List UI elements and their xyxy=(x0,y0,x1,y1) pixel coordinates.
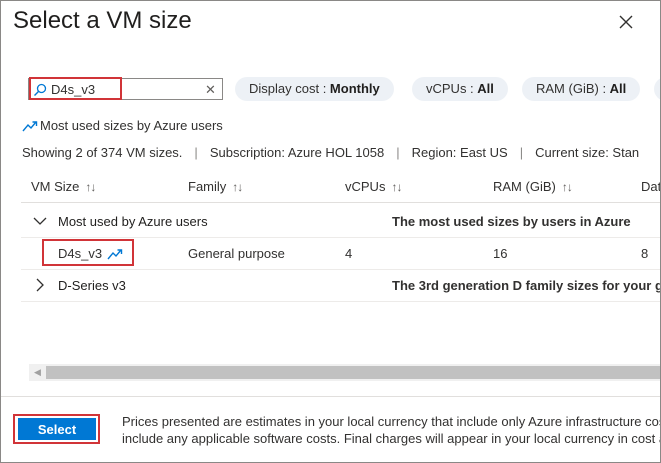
filter-label: RAM (GiB) : xyxy=(536,81,610,96)
filter-value: All xyxy=(609,81,627,96)
family-cell: General purpose xyxy=(188,246,285,261)
vcpus-cell: 4 xyxy=(345,246,353,261)
filter-value: All xyxy=(477,81,494,96)
group-row-d-series[interactable]: D-Series v3 The 3rd generation D family … xyxy=(21,270,661,302)
trending-icon xyxy=(107,249,123,260)
col-label: vCPUs xyxy=(345,179,386,194)
most-used-link[interactable]: Most used sizes by Azure users xyxy=(22,118,223,133)
footer-divider xyxy=(1,396,660,397)
scroll-thumb[interactable] xyxy=(46,366,660,379)
pricing-note: Prices presented are estimates in your l… xyxy=(122,413,661,447)
sort-icon: ↑↓ xyxy=(232,180,243,194)
col-label: VM Size xyxy=(31,179,80,194)
ram-cell: 16 xyxy=(493,246,508,261)
group-description: The 3rd generation D family sizes for yo… xyxy=(392,278,661,293)
vm-size-name: D4s_v3 xyxy=(58,246,103,261)
col-label: Dat xyxy=(641,179,661,194)
group-label: Most used by Azure users xyxy=(58,214,208,229)
vm-size-cell[interactable]: D4s_v3 xyxy=(58,246,123,261)
most-used-label: Most used sizes by Azure users xyxy=(40,118,223,133)
group-description: The most used sizes by users in Azure xyxy=(392,214,631,229)
sort-icon: ↑↓ xyxy=(391,180,402,194)
scroll-left-icon[interactable]: ◀ xyxy=(29,364,46,381)
table-row[interactable]: D4s_v3 General purpose 4 16 8 xyxy=(21,238,660,270)
sort-icon: ↑↓ xyxy=(561,180,573,194)
region-info: Region: East US xyxy=(411,145,508,160)
col-ram[interactable]: RAM (GiB) ↑↓ xyxy=(493,179,573,194)
select-button[interactable]: Select xyxy=(18,418,96,440)
separator: | xyxy=(519,145,524,160)
dialog-title: Select a VM size xyxy=(13,7,192,34)
col-family[interactable]: Family ↑↓ xyxy=(188,179,243,194)
search-box[interactable]: ✕ xyxy=(28,78,223,100)
pricing-note-line: include any applicable software costs. F… xyxy=(122,431,661,446)
search-icon xyxy=(34,83,47,96)
chevron-right-icon[interactable] xyxy=(33,278,47,292)
filter-more[interactable] xyxy=(654,77,660,101)
separator: | xyxy=(194,145,198,160)
col-vm-size[interactable]: VM Size ↑↓ xyxy=(31,179,96,194)
subscription-info: Subscription: Azure HOL 1058 xyxy=(209,145,385,160)
filter-ram[interactable]: RAM (GiB) : All xyxy=(522,77,641,101)
search-input[interactable] xyxy=(51,80,201,98)
data-disks-cell: 8 xyxy=(641,246,649,261)
group-row-most-used[interactable]: Most used by Azure users The most used s… xyxy=(21,206,660,238)
filter-label: vCPUs : xyxy=(426,81,478,96)
col-data-disks[interactable]: Dat xyxy=(641,179,661,194)
table-header: VM Size ↑↓ Family ↑↓ vCPUs ↑↓ RAM (GiB) ↑↓ D… xyxy=(21,171,661,203)
col-vcpus[interactable]: vCPUs ↑↓ xyxy=(345,179,402,194)
filter-display-cost[interactable]: Display cost : Monthly xyxy=(235,77,394,101)
sort-icon: ↑↓ xyxy=(85,180,96,194)
filter-vcpus[interactable]: vCPUs : All xyxy=(412,77,508,101)
col-label: RAM (GiB) xyxy=(493,179,556,194)
filter-label: Display cost : xyxy=(249,81,330,96)
vm-size-dialog: Select a VM size ✕ Display cost : Monthl… xyxy=(0,0,661,463)
pricing-note-line: Prices presented are estimates in your l… xyxy=(122,414,661,429)
horizontal-scrollbar[interactable]: ◀ xyxy=(29,364,660,381)
current-size-info: Current size: Stan xyxy=(535,145,640,160)
close-icon[interactable] xyxy=(614,10,638,34)
separator: | xyxy=(396,145,400,160)
filter-value: Monthly xyxy=(329,81,380,96)
clear-icon[interactable]: ✕ xyxy=(205,82,216,98)
group-label: D-Series v3 xyxy=(58,278,126,293)
chevron-down-icon[interactable] xyxy=(33,214,47,228)
info-bar: Showing 2 of 374 VM sizes. | Subscription:… xyxy=(22,145,639,160)
col-label: Family xyxy=(188,179,227,194)
trending-icon xyxy=(22,121,38,132)
showing-count: Showing 2 of 374 VM sizes. xyxy=(22,145,183,160)
